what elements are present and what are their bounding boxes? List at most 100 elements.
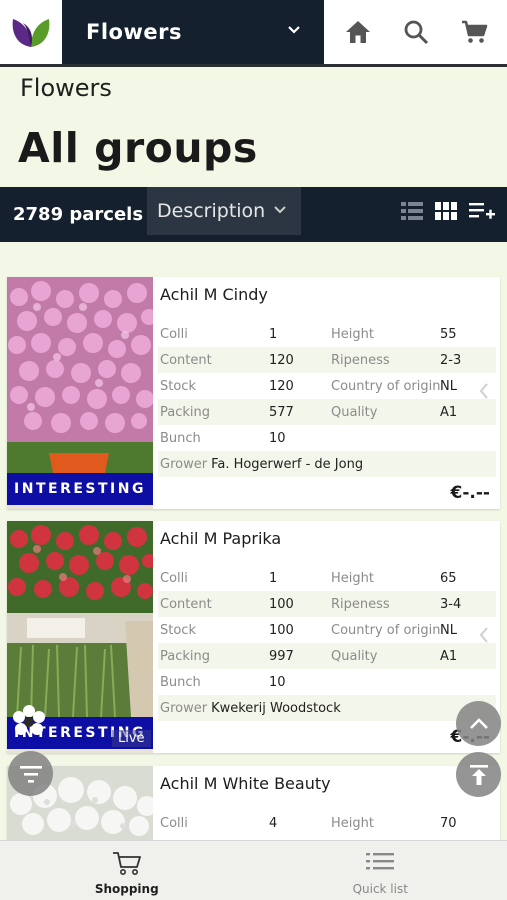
grower-label: Grower [160,700,208,716]
spec-value: 997 [269,648,294,664]
spec-label: Colli [160,326,188,342]
chevron-down-icon [274,206,286,214]
spec-table: Colli 1 Height 65 Content 100 Ripeness 3… [158,565,496,721]
grower-name: Fa. Hogerwerf - de Jong [211,456,364,472]
spec-label: Country of origin [331,622,441,638]
spec-value: 577 [269,404,294,420]
spec-value: NL [440,378,457,394]
grower-label: Grower [160,456,208,472]
price: €-.-- [450,483,490,503]
spec-label: Stock [160,622,196,638]
grower-row: Grower Fa. Hogerwerf - de Jong [158,451,496,477]
spec-row: Colli 4 Height 70 [158,810,496,836]
grower-row: Grower Kwekerij Woodstock [158,695,496,721]
product-card[interactable]: Achil M White Beauty Colli 4 Height 70 [7,766,500,840]
logo-icon [12,19,50,47]
flower-settings-icon[interactable] [10,703,48,741]
spec-label: Packing [160,648,211,664]
spec-value: 120 [269,378,294,394]
spec-value: A1 [440,648,458,664]
spec-label: Country of origin [331,378,441,394]
spec-value: 120 [269,352,294,368]
product-name[interactable]: Achil M Paprika [160,529,281,548]
filter-icon [19,765,42,783]
spec-table: Colli 1 Height 55 Content 120 Ripeness 2… [158,321,496,477]
cart-icon[interactable] [460,19,488,45]
spec-row: Stock 100 Country of origin NL [158,617,496,643]
product-image[interactable]: INTERESTING [7,277,153,509]
grid-view-icon[interactable] [435,202,457,220]
spec-row: Packing 997 Quality A1 [158,643,496,669]
nav-label: Quick list [352,882,408,896]
top-bar-divider [0,64,507,67]
spec-value: 1 [269,326,278,342]
spec-row: Bunch 10 [158,669,496,695]
sort-value: Description [157,200,266,222]
playlist-add-icon[interactable] [469,202,495,220]
spec-row: Bunch 10 [158,425,496,451]
bottom-nav: Shopping Quick list [0,840,507,900]
spec-row: Colli 1 Height 65 [158,565,496,591]
spec-value: 4 [269,815,278,831]
spec-label: Quality [331,404,378,420]
spec-value: NL [440,622,457,638]
nav-quick-list[interactable]: Quick list [254,841,507,900]
search-icon[interactable] [403,19,429,45]
cart-icon [112,852,141,875]
product-name[interactable]: Achil M White Beauty [160,774,331,793]
spec-value: 70 [440,815,457,831]
live-label[interactable]: Live [112,730,151,747]
filter-bar: 2789 parcels Description [0,187,507,242]
spec-row: Packing 577 Quality A1 [158,399,496,425]
spec-row: Content 120 Ripeness 2-3 [158,347,496,373]
view-switcher [401,202,495,220]
spec-value: A1 [440,404,458,420]
spec-label: Packing [160,404,211,420]
spec-row: Colli 1 Height 55 [158,321,496,347]
spec-value: 2-3 [440,352,462,368]
top-actions [324,0,507,64]
spec-label: Height [331,815,374,831]
spec-label: Content [160,596,212,612]
category-dropdown[interactable]: Flowers [62,0,324,64]
spec-table: Colli 4 Height 70 [158,810,496,836]
spec-label: Height [331,326,374,342]
breadcrumb[interactable]: Flowers [20,74,112,102]
spec-label: Bunch [160,674,201,690]
spec-row: Stock 120 Country of origin NL [158,373,496,399]
spec-label: Content [160,352,212,368]
status-badge: INTERESTING [7,473,153,505]
spec-value: 1 [269,570,278,586]
home-icon[interactable] [344,19,372,45]
scroll-up-button[interactable] [456,701,501,746]
chevron-up-icon [469,717,488,729]
product-card[interactable]: INTERESTING Achil M Paprika Colli 1 Heig… [7,521,500,753]
chevron-down-icon [288,26,300,34]
parcel-count: 2789 parcels [13,204,144,225]
spec-label: Quality [331,648,378,664]
app-title: Flowers [86,20,182,44]
spec-value: 10 [269,430,286,446]
spec-value: 10 [269,674,286,690]
top-bar: Flowers [0,0,507,64]
grower-name: Kwekerij Woodstock [211,700,341,716]
page-title: All groups [18,124,258,172]
filter-button[interactable] [8,751,53,796]
spec-row: Content 100 Ripeness 3-4 [158,591,496,617]
product-card[interactable]: INTERESTING Achil M Cindy Colli 1 Height… [7,277,500,509]
product-name[interactable]: Achil M Cindy [160,285,268,304]
sort-select[interactable]: Description [147,187,301,235]
spec-label: Stock [160,378,196,394]
spec-value: 3-4 [440,596,462,612]
logo[interactable] [0,0,62,64]
nav-shopping[interactable]: Shopping [0,841,254,900]
vertical-align-top-icon [469,764,488,785]
chevron-left-icon[interactable] [478,381,490,401]
spec-label: Colli [160,815,188,831]
scroll-to-top-button[interactable] [456,752,501,797]
chevron-left-icon[interactable] [478,625,490,645]
spec-value: 55 [440,326,457,342]
spec-label: Ripeness [331,596,390,612]
spec-label: Ripeness [331,352,390,368]
list-view-icon[interactable] [401,202,423,220]
